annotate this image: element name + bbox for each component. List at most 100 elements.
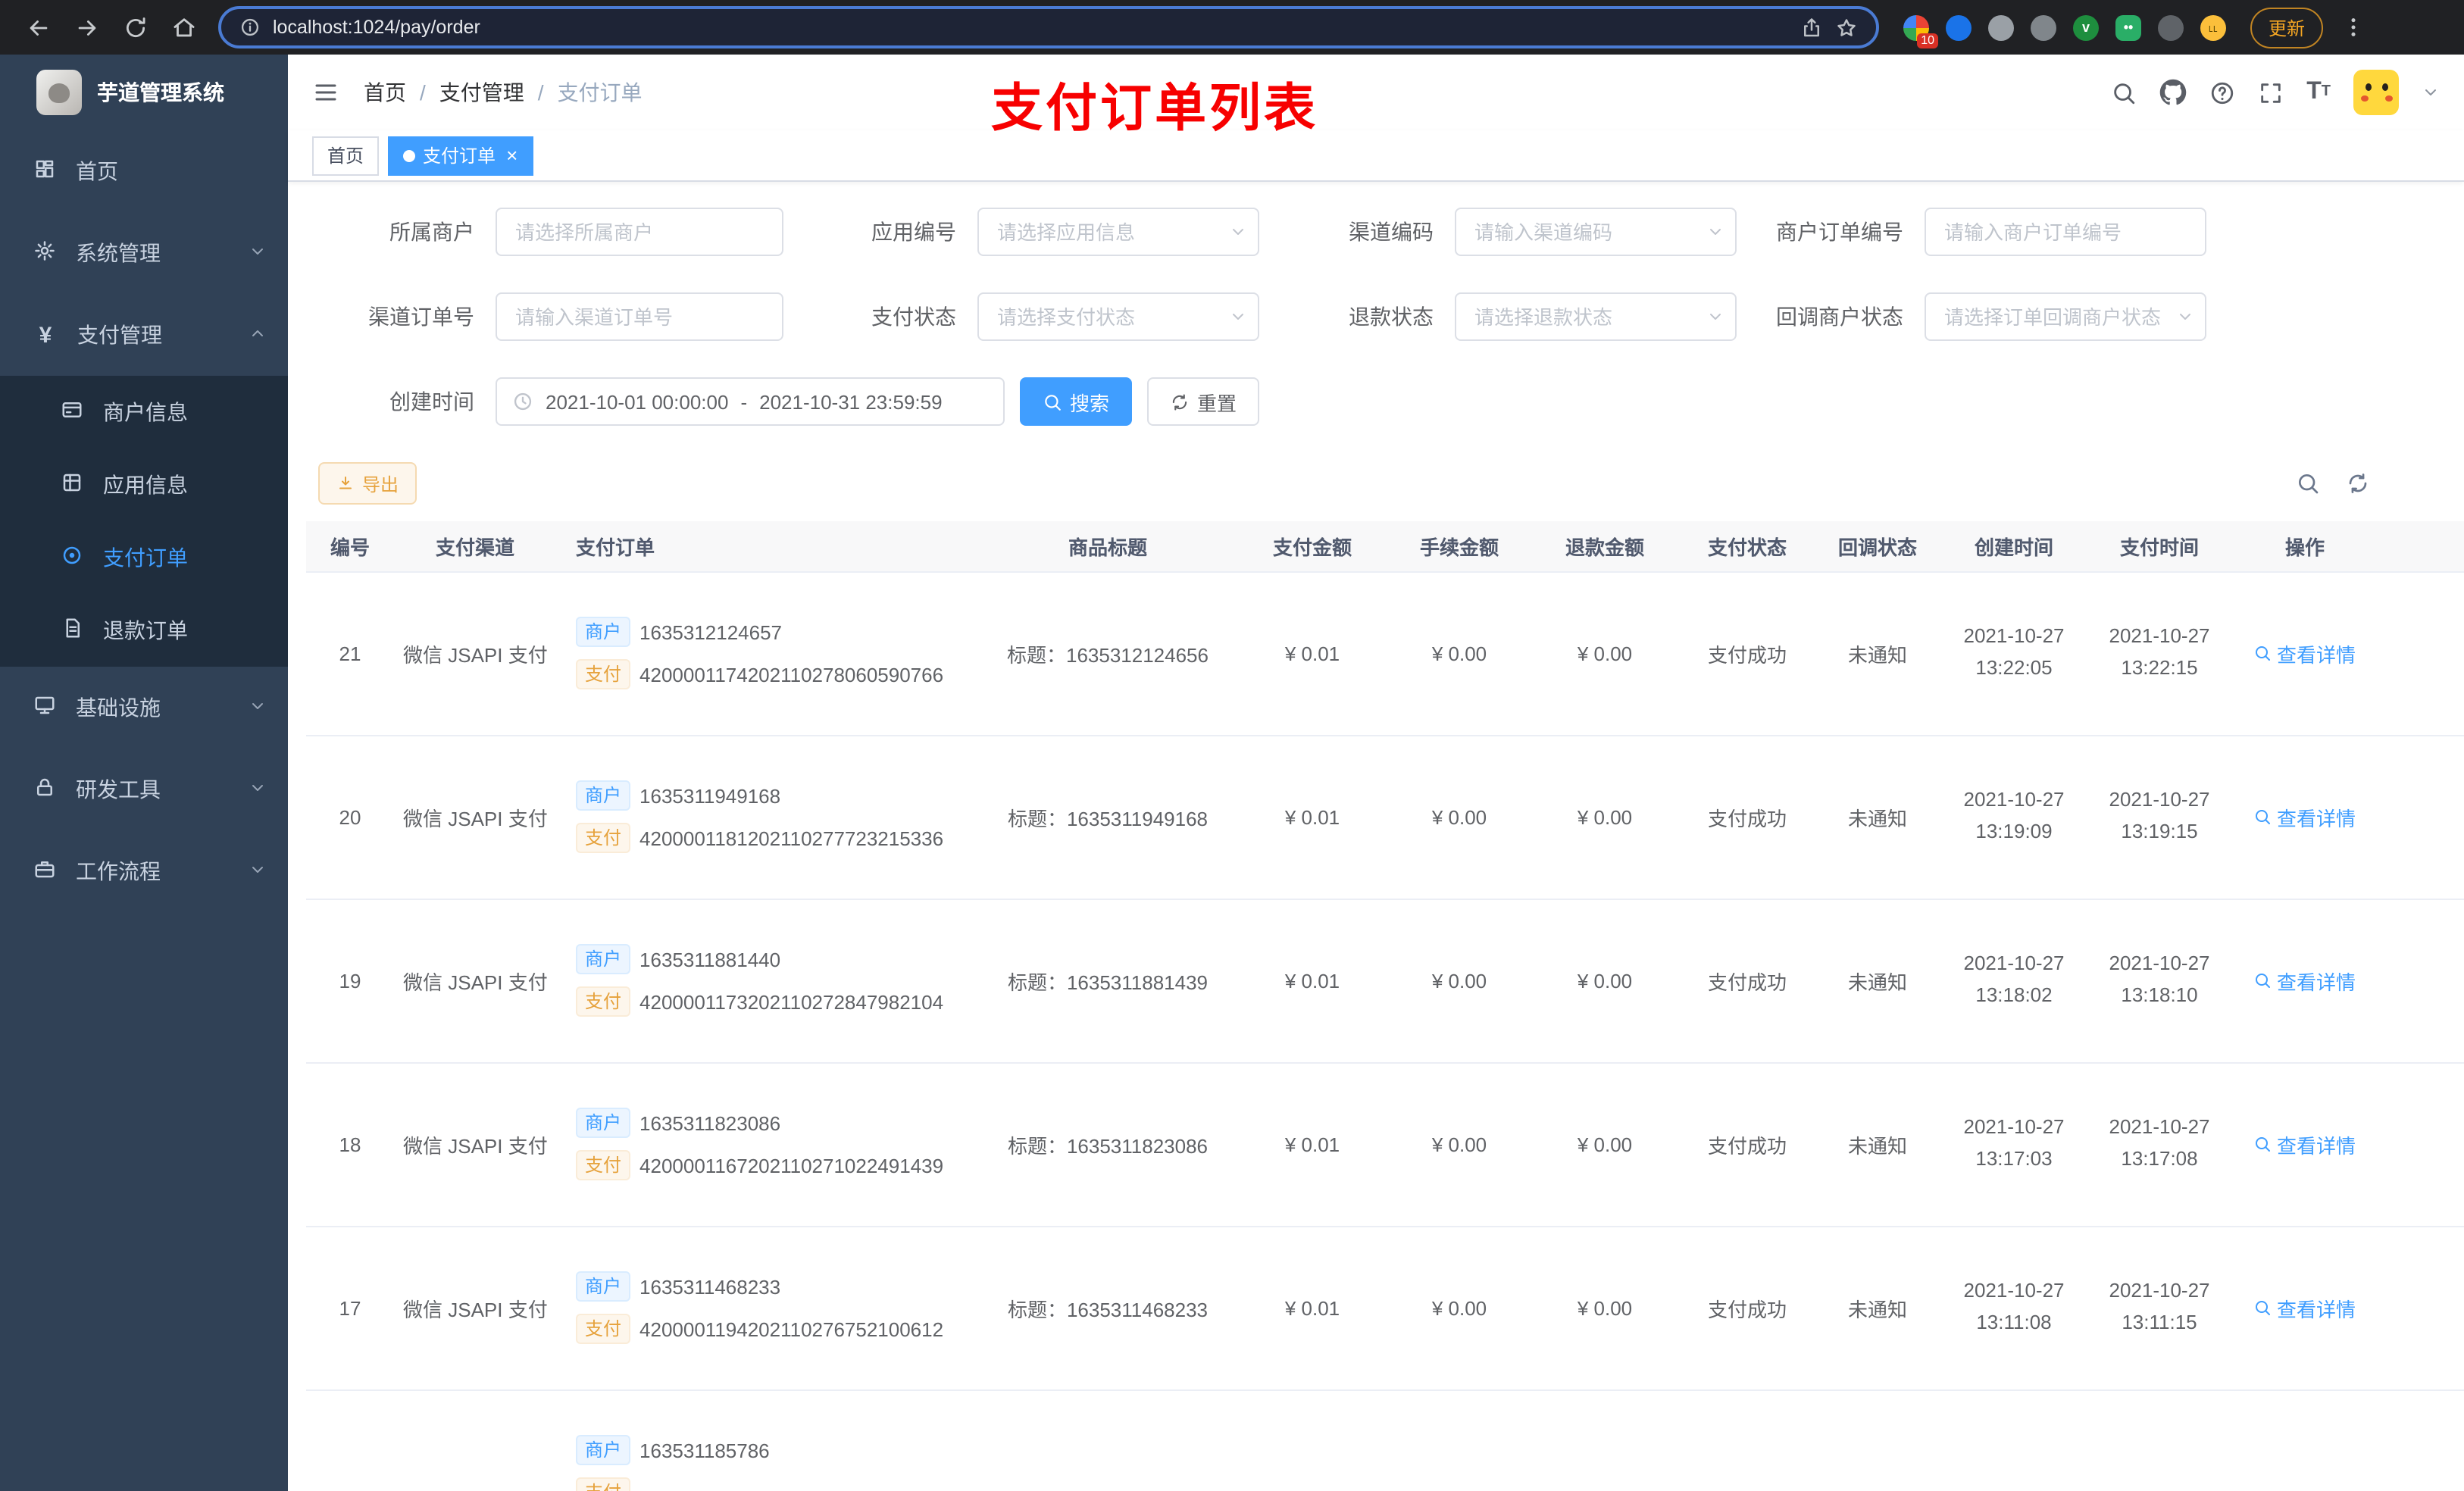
reload-icon[interactable] [112,6,158,48]
cell-notify-status: 未通知 [1814,1226,1941,1390]
sidebar-item-refund-order[interactable]: 退款订单 [0,594,288,667]
channel-code-select[interactable] [1455,208,1737,256]
sidebar-item-app-info[interactable]: 应用信息 [0,449,288,521]
sidebar-item-system[interactable]: 系统管理 [0,212,288,294]
search-button[interactable]: 搜索 [1020,377,1133,426]
view-detail-link[interactable]: 查看详情 [2254,802,2356,831]
table-toolbar: 导出 [318,462,2446,505]
refund-status-select[interactable] [1455,292,1737,341]
sidebar-item-infra[interactable]: 基础设施 [0,667,288,749]
view-detail-link[interactable]: 查看详情 [2254,1293,2356,1322]
extension-blue-icon[interactable] [1946,14,1972,40]
filter-label: 商户订单编号 [1776,220,1903,244]
table-row: 19 微信 JSAPI 支付 商户 1635311881440 支付 4200001… [306,899,2464,1063]
fullscreen-icon[interactable] [2258,80,2284,105]
back-icon[interactable] [15,6,61,48]
cell-channel: 微信 JSAPI 支付 [394,899,556,1063]
extension-icons: 10 v •• ˪˪ [1903,14,2226,48]
breadcrumb-home[interactable]: 首页 [364,77,406,108]
chevron-down-icon[interactable] [2422,83,2440,102]
search-icon[interactable] [2111,80,2137,105]
cell-create-time: 2021-10-27 13:11:08 [1941,1226,2087,1390]
chevron-down-icon [249,241,267,265]
share-icon[interactable] [1800,16,1823,39]
address-bar[interactable]: localhost:1024/pay/order [218,6,1879,48]
date-separator: - [740,390,748,413]
cell-pay-time: 2021-10-27 13:22:15 [2087,571,2232,736]
cell-title: 标题：1635311949168 [980,735,1235,899]
cell-pay-status: 支付成功 [1681,735,1814,899]
merchant-order-no-input[interactable] [1925,208,2206,256]
pay-tag: 支付 [576,823,631,853]
toggle-search-icon[interactable] [2296,471,2320,495]
export-button[interactable]: 导出 [318,462,417,505]
extension-face-icon[interactable]: ˪˪ [2200,14,2226,40]
channel-order-no-input[interactable] [496,292,783,341]
tab-pay-order[interactable]: 支付订单 × [388,136,533,175]
view-detail-link[interactable]: 查看详情 [2254,966,2356,995]
github-icon[interactable] [2159,79,2187,106]
date-range-picker[interactable]: 2021-10-01 00:00:00 - 2021-10-31 23:59:5… [496,377,1005,426]
breadcrumb: 首页 / 支付管理 / 支付订单 [364,77,643,108]
sidebar-menu: 首页 系统管理 ¥ 支付管理 商户信息 应用信息 支付订单 退款订单 基础设施 … [0,130,288,912]
bookmark-star-icon[interactable] [1835,16,1858,39]
reset-button[interactable]: 重置 [1147,377,1260,426]
home-icon[interactable] [161,6,206,48]
cell-fee: ¥ 0.00 [1390,735,1529,899]
close-icon[interactable]: × [506,145,518,165]
filter-row-2: 渠道订单号 支付状态 退款状态 回调商户状态 [318,292,2464,341]
sidebar-item-payment[interactable]: ¥ 支付管理 [0,294,288,376]
notify-status-select[interactable] [1925,292,2206,341]
channel-order-no: 4200001173202110272847982104 [639,990,944,1013]
sidebar-item-pay-order[interactable]: 支付订单 [0,521,288,594]
header-actions: TT [2111,70,2440,115]
extension-grey2-icon[interactable] [2031,14,2056,40]
merchant-tag: 商户 [576,1435,631,1465]
tag-view-bar: 首页 支付订单 × [288,130,2464,182]
chevron-down-icon [1706,223,1724,241]
extension-multicolor-icon[interactable]: 10 [1903,14,1938,48]
pay-status-select[interactable] [977,292,1259,341]
extension-dark-icon[interactable] [2158,14,2184,40]
filter-row-1: 所属商户 应用编号 渠道编码 商户订单编号 [318,208,2464,256]
extension-green-check-icon[interactable]: v [2073,14,2099,40]
cell-order: 商户 1635311881440 支付 4200001173202110272847… [556,899,980,1063]
table-row-partial: 商户 163531185786 支付 [306,1389,2464,1491]
breadcrumb-payment[interactable]: 支付管理 [439,77,524,108]
chevron-up-icon [249,323,267,347]
cell-id: 20 [306,735,394,899]
cell-title: 标题：1635311468233 [980,1226,1235,1390]
view-detail-link[interactable]: 查看详情 [2254,639,2356,667]
merchant-select[interactable] [496,208,783,256]
infra-icon [33,694,56,721]
hamburger-icon[interactable] [312,79,339,106]
url-text: localhost:1024/pay/order [273,17,480,38]
refresh-icon[interactable] [2346,471,2370,495]
avatar[interactable] [2353,70,2399,115]
cell-actions: 查看详情 [2232,571,2378,736]
breadcrumb-current: 支付订单 [557,80,643,105]
pay-tag: 支付 [576,1314,631,1344]
sidebar-item-merchant-info[interactable]: 商户信息 [0,376,288,449]
site-info-icon[interactable] [239,17,261,38]
app-select[interactable] [977,208,1259,256]
sidebar-item-devtools[interactable]: 研发工具 [0,749,288,830]
font-size-icon[interactable]: TT [2306,80,2331,105]
breadcrumb-separator: / [420,80,426,105]
forward-icon[interactable] [64,6,109,48]
view-detail-link[interactable]: 查看详情 [2254,1130,2356,1158]
extension-grey-icon[interactable] [1988,14,2014,40]
tab-home[interactable]: 首页 [312,136,380,175]
cell-amount: ¥ 0.01 [1235,1062,1390,1227]
browser-update-button[interactable]: 更新 [2250,7,2324,48]
extension-chat-icon[interactable]: •• [2115,14,2141,40]
help-icon[interactable] [2209,80,2235,105]
col-pay-time: 支付时间 [2087,521,2232,572]
filter-label: 创建时间 [389,389,474,414]
sidebar-item-home[interactable]: 首页 [0,130,288,212]
sidebar-item-workflow[interactable]: 工作流程 [0,830,288,912]
browser-menu-icon[interactable] [2341,15,2366,39]
cell-pay-status: 支付成功 [1681,571,1814,736]
cell-order: 商户 1635311468233 支付 4200001194202110276752… [556,1226,980,1390]
date-end: 2021-10-31 23:59:59 [759,390,943,413]
